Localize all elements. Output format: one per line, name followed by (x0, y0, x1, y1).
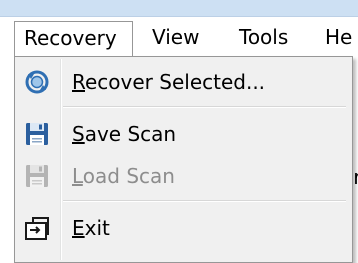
menu-item-save-scan-label: Save Scan (72, 122, 177, 146)
menu-recovery-label: Recovery (24, 26, 117, 50)
menu-bar: Recovery View Tools He (0, 17, 358, 57)
menu-view-label: View (152, 25, 200, 49)
menu-tools-label: Tools (239, 25, 289, 49)
menu-tools[interactable]: Tools (239, 21, 288, 55)
menu-view[interactable]: View (152, 21, 199, 55)
window-title-strip (0, 0, 358, 17)
menu-recovery[interactable]: Recovery (14, 21, 133, 56)
menu-help-label: He (325, 25, 353, 49)
recover-icon (23, 68, 51, 96)
menu-item-load-scan-label: Load Scan (72, 164, 175, 188)
menu-help[interactable]: He (325, 21, 352, 55)
menu-separator (63, 106, 346, 108)
recovery-dropdown-menu: Recover Selected... Save Scan Load Scan … (14, 56, 353, 263)
save-scan-icon (23, 120, 51, 148)
menu-item-recover-selected-label: Recover Selected... (72, 70, 266, 94)
menu-item-save-scan[interactable]: Save Scan (17, 115, 348, 153)
exit-icon (23, 214, 51, 242)
menu-item-recover-selected[interactable]: Recover Selected... (17, 63, 348, 101)
menu-separator (63, 200, 346, 202)
menu-item-load-scan[interactable]: Load Scan (17, 157, 348, 195)
menu-item-exit-label: Exit (72, 216, 110, 240)
menu-item-exit[interactable]: Exit (17, 209, 348, 247)
load-scan-icon (23, 162, 51, 190)
